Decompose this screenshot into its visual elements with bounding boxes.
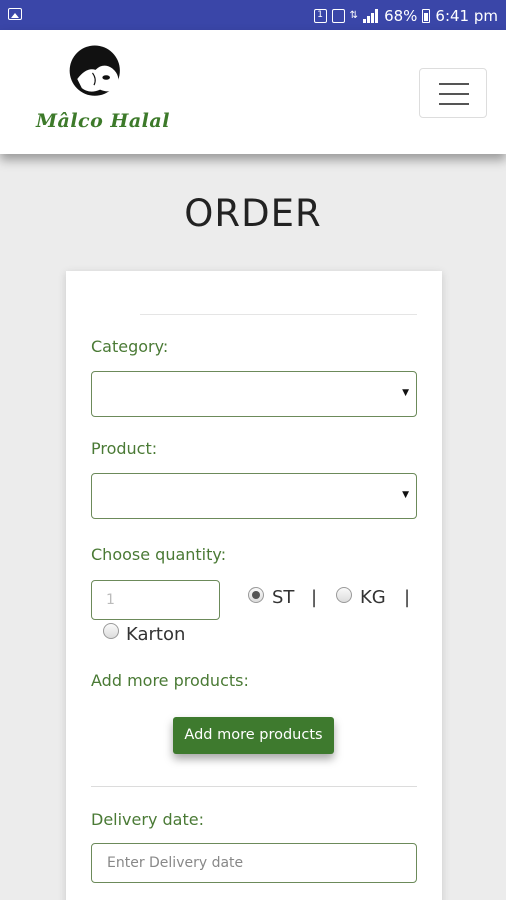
product-label: Product: xyxy=(91,439,158,458)
unit-separator: | xyxy=(404,587,411,608)
battery-percent: 68% xyxy=(384,7,418,25)
category-select[interactable]: ▼ xyxy=(91,371,417,417)
unit-label-karton: Karton xyxy=(126,624,186,645)
status-bar: 1 ⇅ 68% 6:41 pm xyxy=(0,0,506,30)
menu-toggle-button[interactable] xyxy=(419,68,487,118)
brand-wordmark: Mâlco Halal xyxy=(36,110,170,132)
category-label: Category: xyxy=(91,337,169,356)
dropdown-caret-icon: ▼ xyxy=(402,490,409,500)
status-bar-right: 1 ⇅ 68% 6:41 pm xyxy=(313,6,498,26)
unit-separator: | xyxy=(311,587,318,608)
signal-box-icon xyxy=(331,9,345,23)
battery-icon xyxy=(422,9,431,23)
delivery-date-label: Delivery date: xyxy=(91,810,204,829)
clock: 6:41 pm xyxy=(435,7,498,25)
section-divider xyxy=(91,786,417,787)
add-more-products-button[interactable]: Add more products xyxy=(173,717,334,754)
unit-radio-kg[interactable] xyxy=(336,587,352,603)
quantity-label: Choose quantity: xyxy=(91,545,227,564)
card-top-divider xyxy=(140,314,417,315)
sim-badge-icon: 1 xyxy=(313,9,327,23)
product-select[interactable]: ▼ xyxy=(91,473,417,519)
signal-strength-icon xyxy=(363,9,379,23)
brand-logo xyxy=(69,45,120,96)
page-title: ORDER xyxy=(184,192,322,235)
order-form-card: Category: ▼ Product: ▼ Choose quantity: … xyxy=(66,271,442,900)
delivery-date-input[interactable]: Enter Delivery date xyxy=(91,843,417,883)
unit-radio-karton[interactable] xyxy=(103,623,119,639)
unit-radio-st[interactable] xyxy=(248,587,264,603)
quantity-input[interactable]: 1 xyxy=(91,580,220,620)
dropdown-caret-icon: ▼ xyxy=(402,388,409,398)
hamburger-icon xyxy=(439,83,469,85)
add-more-label: Add more products: xyxy=(91,671,249,690)
data-indicator-icon: ⇅ xyxy=(349,10,359,21)
image-notification-icon xyxy=(8,8,22,20)
unit-label-kg: KG xyxy=(360,587,386,608)
unit-label-st: ST xyxy=(272,587,295,608)
